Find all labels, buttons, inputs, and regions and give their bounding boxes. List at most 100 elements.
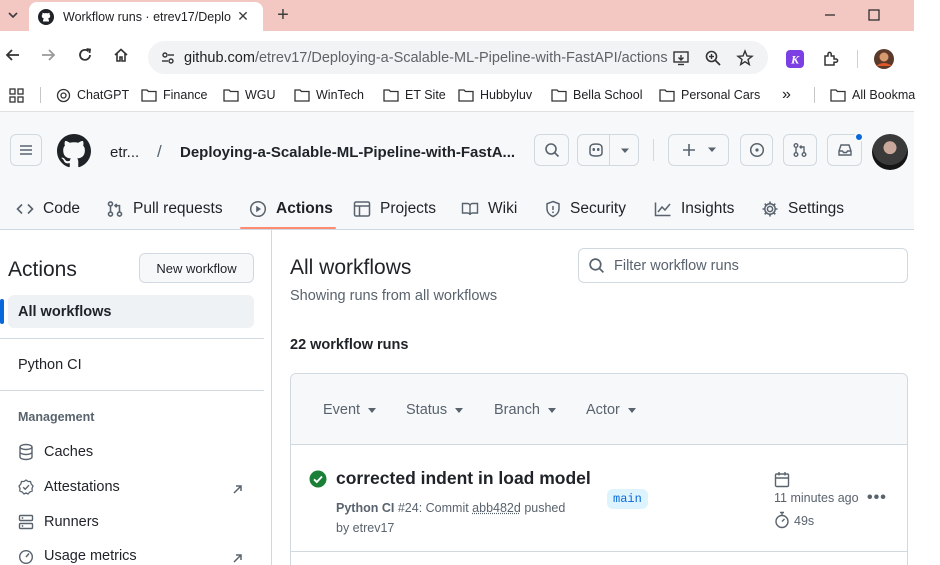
tab-pull-requests[interactable]: Pull requests: [106, 194, 223, 224]
meter-icon: [19, 550, 33, 564]
bookmark-wintech[interactable]: WinTech: [294, 86, 364, 104]
caret-down-icon: [627, 407, 636, 413]
chevron-down-icon: [707, 147, 716, 152]
home-icon[interactable]: [111, 45, 131, 65]
workflow-run-row[interactable]: corrected indent in load model Python CI…: [291, 445, 907, 552]
play-icon: [249, 200, 267, 218]
issues-button[interactable]: [740, 134, 773, 166]
tab-wiki[interactable]: Wiki: [461, 194, 517, 224]
bookmark-label: Personal Cars: [681, 88, 761, 102]
bookmark-personal-cars[interactable]: Personal Cars: [659, 86, 760, 104]
repo-name-link[interactable]: Deploying-a-Scalable-ML-Pipeline-with-Fa…: [180, 144, 515, 161]
calendar-icon: [774, 472, 790, 488]
tab-projects[interactable]: Projects: [353, 194, 436, 224]
new-tab-plus-icon[interactable]: +: [273, 4, 293, 26]
create-new-button[interactable]: [668, 134, 729, 166]
status-filter-dropdown[interactable]: Status: [406, 402, 464, 418]
workflow-run-count: 22 workflow runs: [290, 337, 409, 353]
chevron-down-icon: [621, 148, 629, 153]
sidebar-item-python-ci[interactable]: Python CI: [18, 357, 82, 373]
new-workflow-button[interactable]: New workflow: [139, 253, 254, 283]
folder-icon: [830, 89, 846, 102]
bookmark-bella-school[interactable]: Bella School: [551, 86, 643, 104]
tab-label: Security: [570, 200, 626, 217]
window-maximize-icon[interactable]: [864, 5, 884, 25]
bookmark-label: All Bookma: [852, 88, 916, 102]
tab-search-chevron-icon[interactable]: [3, 5, 23, 25]
github-header: etr... / Deploying-a-Scalable-ML-Pipelin…: [0, 112, 914, 230]
install-app-icon[interactable]: [670, 47, 692, 69]
bookmarks-divider: [40, 87, 41, 103]
bookmark-label: ChatGPT: [77, 88, 130, 102]
tab-code[interactable]: Code: [16, 194, 80, 224]
back-arrow-icon[interactable]: [3, 45, 23, 65]
user-avatar[interactable]: [872, 134, 908, 170]
tab-close-icon[interactable]: ✕: [235, 8, 251, 24]
run-title-link[interactable]: corrected indent in load model: [336, 468, 591, 489]
book-icon: [461, 202, 479, 216]
active-indicator: [0, 299, 4, 324]
filter-workflow-runs-input[interactable]: Filter workflow runs: [578, 248, 908, 283]
management-heading: Management: [18, 410, 95, 424]
filter-label: Event: [323, 402, 361, 418]
reload-icon[interactable]: [75, 45, 95, 65]
browser-tab[interactable]: Workflow runs · etrev17/Deploy ✕: [29, 2, 263, 31]
svg-text:K: K: [790, 53, 800, 67]
site-info-icon[interactable]: [156, 46, 180, 70]
sidebar-item-runners[interactable]: Runners: [18, 514, 99, 530]
copilot-button[interactable]: [577, 134, 639, 166]
github-logo-icon[interactable]: [57, 134, 91, 171]
tab-insights[interactable]: Insights: [654, 194, 734, 224]
kebab-menu-icon[interactable]: •••: [867, 489, 887, 507]
bookmark-finance[interactable]: Finance: [141, 86, 207, 104]
actor-filter-dropdown[interactable]: Actor: [586, 402, 636, 418]
header-divider: [653, 139, 654, 161]
window-minimize-icon[interactable]: [820, 5, 840, 25]
bookmark-wgu[interactable]: WGU: [223, 86, 276, 104]
folder-icon: [551, 89, 567, 102]
bookmark-et-site[interactable]: ET Site: [383, 86, 446, 104]
search-button[interactable]: [534, 134, 569, 166]
address-bar[interactable]: github.com/etrev17/Deploying-a-Scalable-…: [148, 41, 768, 74]
tab-label: Settings: [788, 200, 845, 217]
extension-k-icon[interactable]: K: [784, 48, 806, 70]
repo-owner-link[interactable]: etr...: [110, 144, 139, 161]
bookmarks-overflow-icon[interactable]: »: [782, 86, 791, 104]
pull-request-icon: [793, 143, 807, 157]
tab-settings[interactable]: Settings: [761, 194, 844, 224]
hamburger-menu-button[interactable]: [10, 134, 42, 166]
tab-security[interactable]: Security: [545, 194, 626, 224]
runs-list-header: Event Status Branch Actor: [291, 374, 907, 445]
all-bookmarks[interactable]: All Bookma: [830, 86, 915, 104]
folder-icon: [383, 89, 399, 102]
zoom-icon[interactable]: [702, 47, 724, 69]
bookmark-star-icon[interactable]: [734, 47, 756, 69]
run-timestamp: 11 minutes ago: [774, 491, 859, 505]
forward-arrow-icon[interactable]: [38, 45, 58, 65]
extensions-puzzle-icon[interactable]: [820, 48, 842, 70]
inbox-icon: [837, 144, 852, 156]
external-link-arrow-icon: [230, 482, 244, 496]
bookmark-label: WinTech: [316, 88, 364, 102]
profile-avatar-icon[interactable]: [873, 48, 895, 70]
commit-sha-link[interactable]: abb482d: [472, 501, 521, 515]
apps-grid-icon[interactable]: [9, 86, 30, 104]
path-separator: /: [157, 142, 162, 161]
sidebar-item-caches[interactable]: Caches: [18, 443, 93, 461]
branch-label[interactable]: main: [607, 489, 648, 509]
event-filter-dropdown[interactable]: Event: [323, 402, 377, 418]
sidebar-item-attestations[interactable]: Attestations: [18, 479, 120, 495]
filter-label: Actor: [586, 402, 620, 418]
bookmark-chatgpt[interactable]: ChatGPT: [56, 86, 129, 104]
pull-requests-button[interactable]: [783, 134, 817, 166]
bookmark-hubbyluv[interactable]: Hubbyluv: [458, 86, 532, 104]
run-meta: Python CI #24: Commit abb482d pushed by …: [336, 498, 586, 538]
folder-icon: [659, 89, 675, 102]
success-check-icon: [309, 470, 327, 488]
shield-icon: [546, 200, 560, 218]
tab-actions[interactable]: Actions: [249, 194, 333, 224]
server-icon: [18, 514, 34, 530]
sidebar-item-usage-metrics[interactable]: Usage metrics: [18, 548, 137, 564]
sidebar-item-label[interactable]: All workflows: [18, 304, 111, 320]
branch-filter-dropdown[interactable]: Branch: [494, 402, 556, 418]
